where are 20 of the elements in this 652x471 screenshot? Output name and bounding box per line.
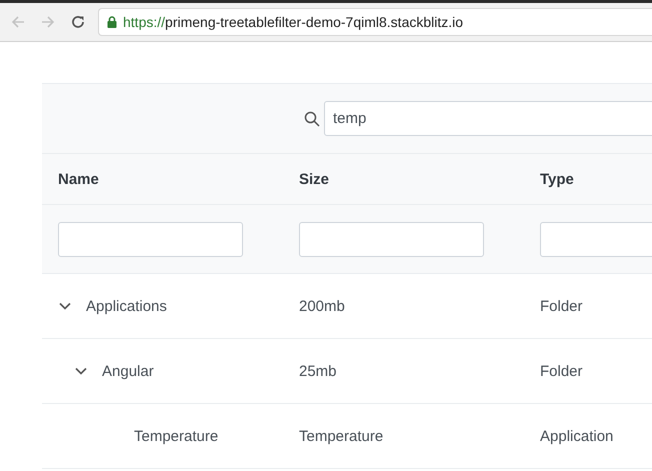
table-cell: Temperature <box>134 428 218 444</box>
global-search-field[interactable]: temp <box>324 101 652 136</box>
table-cell: 25mb <box>299 362 337 380</box>
table-cell: 200mb <box>299 298 345 314</box>
column-header: Name <box>57 170 100 188</box>
column-header: Type <box>539 170 575 188</box>
lock-icon <box>107 16 117 28</box>
column-filter-field[interactable] <box>58 222 243 256</box>
reload-icon[interactable] <box>70 14 86 30</box>
table-cell: Temperature <box>299 428 384 444</box>
table-cell: Angular <box>102 362 154 380</box>
search-icon <box>304 110 320 126</box>
url-text: https://primeng-treetablefilter-demo-7qiml8.stackblitz.io <box>123 14 464 30</box>
table-cell: Application <box>540 428 614 444</box>
table-cell: Applications <box>86 298 167 314</box>
table-cell: Folder <box>540 298 583 314</box>
column-filter-field[interactable] <box>299 222 484 256</box>
table-cell: Folder <box>540 362 583 380</box>
address-bar[interactable]: https://primeng-treetablefilter-demo-7qiml8.stackblitz.io <box>98 8 652 36</box>
column-header: Size <box>298 170 330 188</box>
